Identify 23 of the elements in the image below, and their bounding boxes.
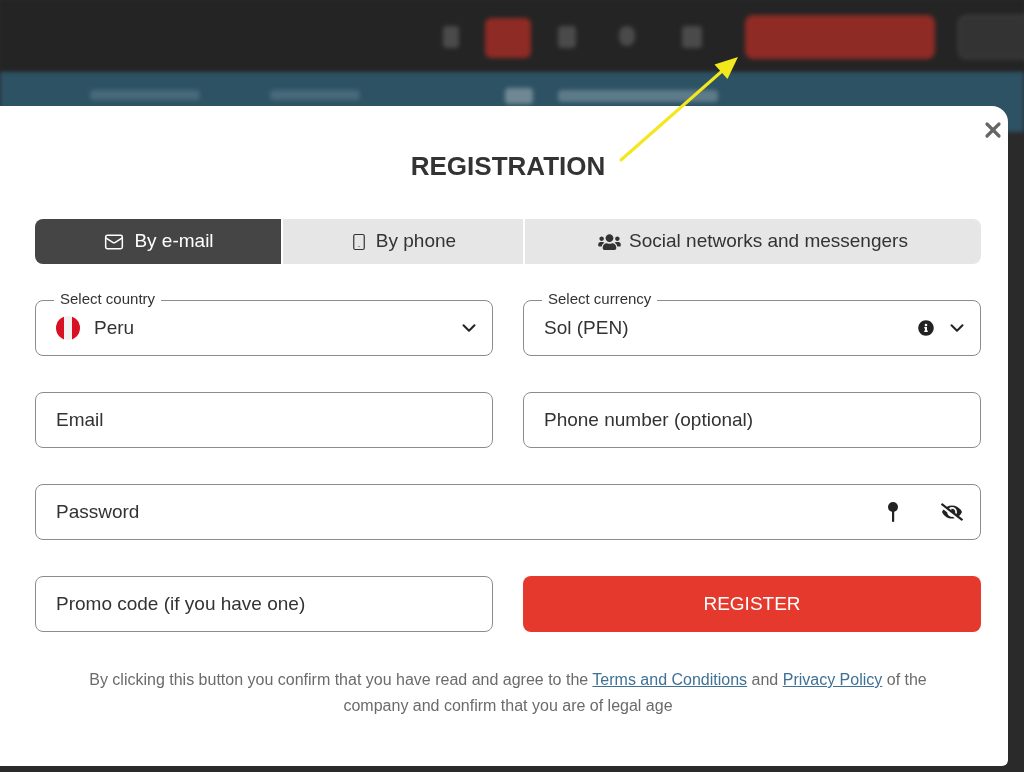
- blurred-icon: [443, 26, 459, 48]
- users-icon: [598, 232, 622, 251]
- email-field[interactable]: Email: [35, 392, 493, 448]
- eye-slash-icon[interactable]: [941, 503, 963, 521]
- tab[interactable]: By e-mail: [35, 219, 281, 264]
- flag-icon: [56, 316, 80, 340]
- privacy-link[interactable]: Privacy Policy: [782, 671, 883, 688]
- consent-text: By clicking this button you confirm that you have read and agree to the Terms and Conditions and Privacy Policy of the company and confirm that you are of legal age: [88, 670, 928, 716]
- phone-field[interactable]: Phone number (optional): [523, 392, 981, 448]
- blurred-icon: [505, 88, 533, 104]
- dialog-title: REGISTRATION: [410, 151, 606, 181]
- pin-icon[interactable]: [888, 502, 898, 522]
- password-field[interactable]: Password: [35, 484, 981, 540]
- tab[interactable]: By phone: [283, 219, 523, 264]
- blurred-block: [485, 18, 531, 58]
- blurred-icon: [619, 26, 635, 46]
- blurred-icon: [558, 26, 576, 48]
- info-icon[interactable]: [918, 320, 934, 336]
- terms-link[interactable]: Terms and Conditions: [592, 671, 748, 688]
- tab[interactable]: Social networks and messengers: [525, 219, 981, 264]
- register-button[interactable]: REGISTER: [523, 576, 981, 632]
- promo-code-field[interactable]: Promo code (if you have one): [35, 576, 493, 632]
- blurred-icon: [682, 26, 702, 48]
